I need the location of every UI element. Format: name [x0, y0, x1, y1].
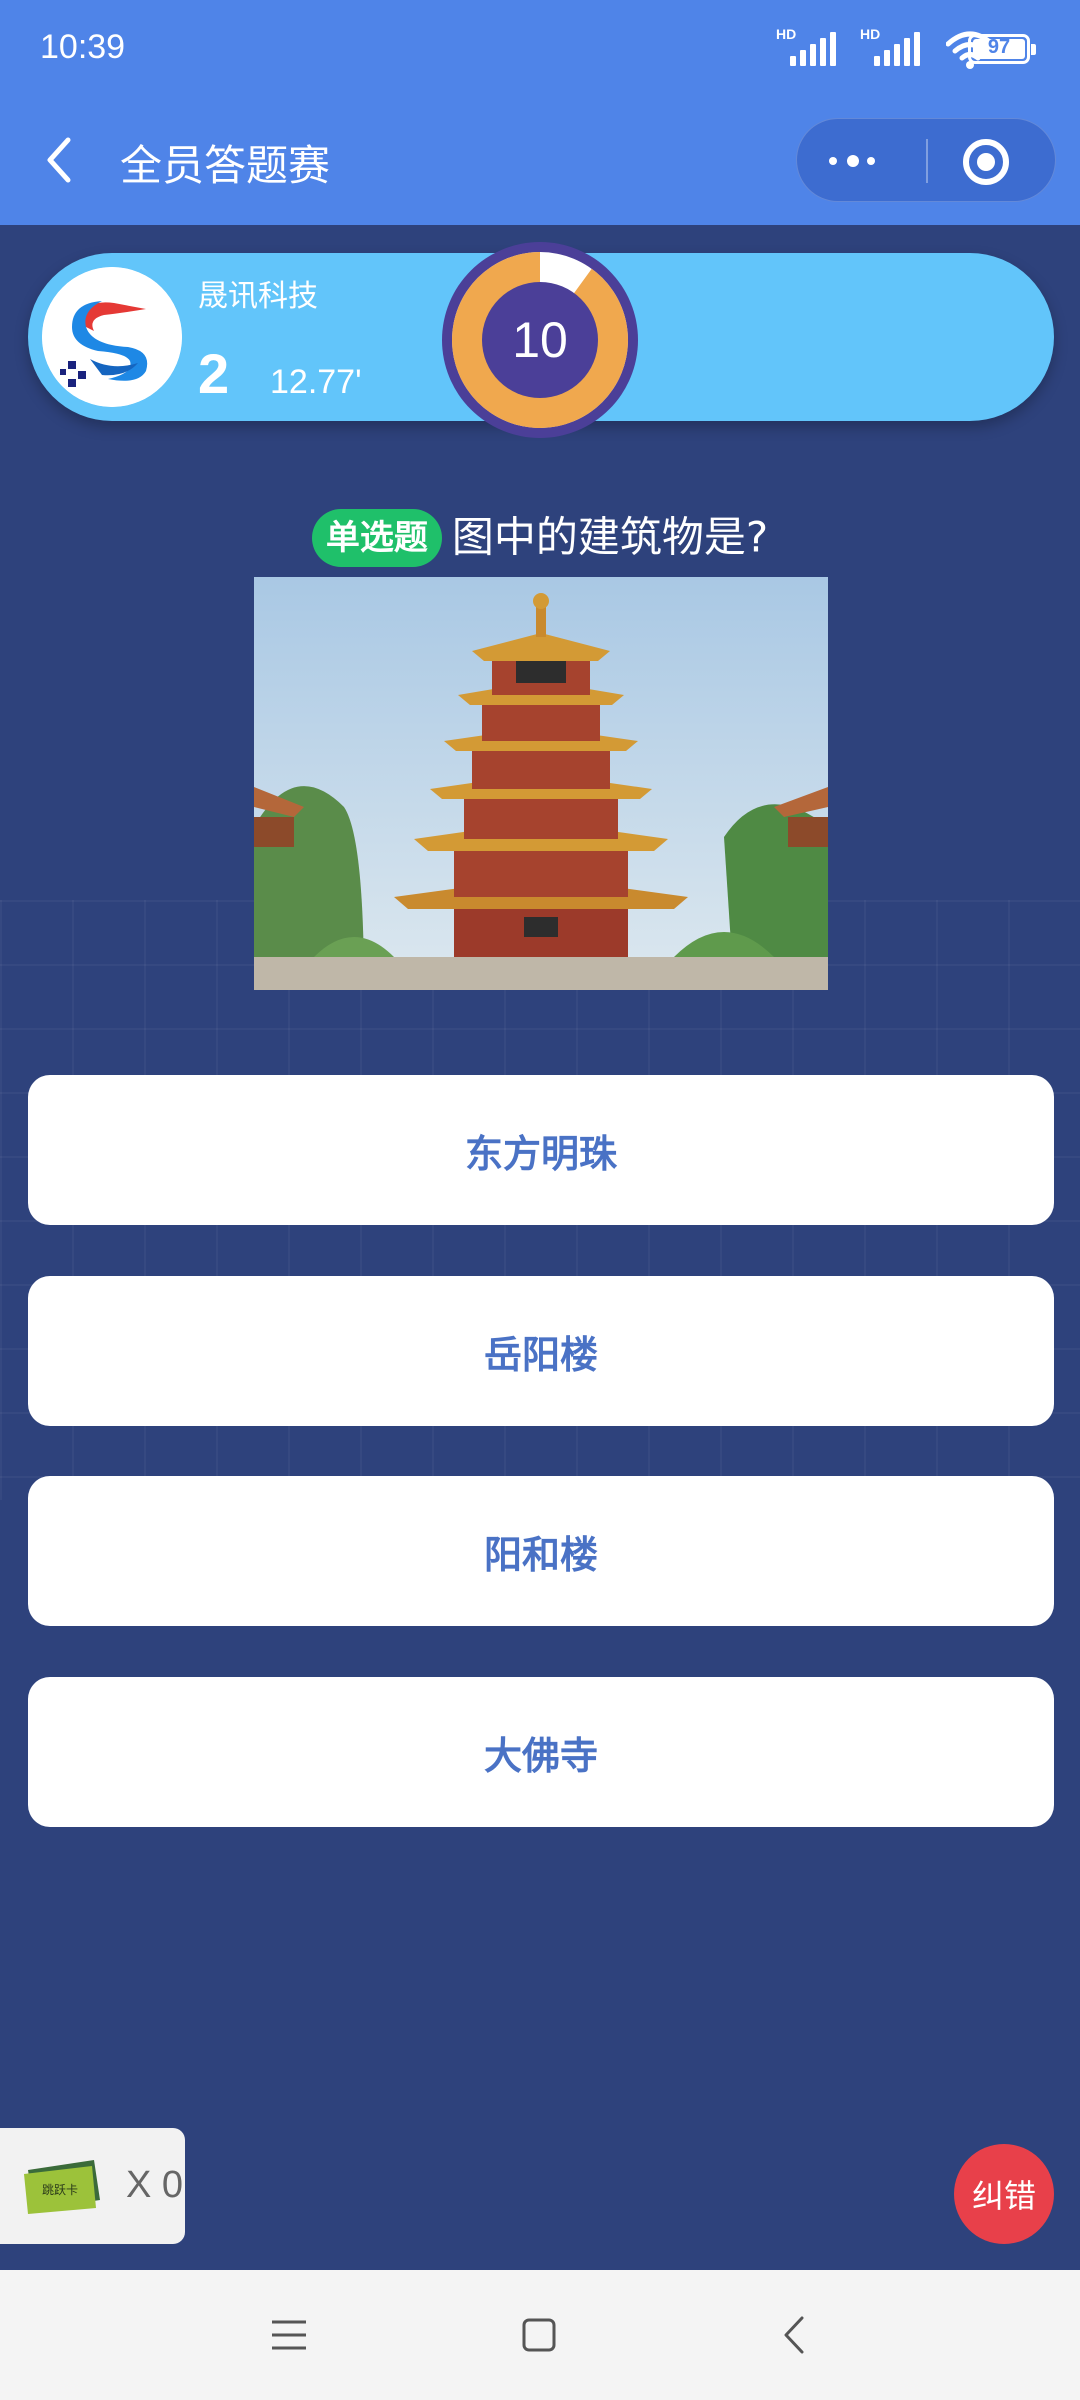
- back-icon[interactable]: [770, 2310, 820, 2360]
- countdown-timer: 10: [440, 240, 640, 440]
- skip-ticket-text: 跳跃卡: [42, 2183, 78, 2197]
- option-label: 岳阳楼: [483, 1332, 598, 1377]
- team-avatar: [42, 267, 182, 407]
- option-button[interactable]: 岳阳楼: [28, 1276, 1054, 1426]
- yellow-crane-tower-image: [254, 577, 828, 990]
- signal-icon: HD: [776, 26, 842, 66]
- question-image: [254, 577, 828, 990]
- more-dots-icon[interactable]: [827, 143, 907, 179]
- capsule-divider: [926, 139, 928, 183]
- page-title: 全员答题赛: [120, 141, 331, 190]
- header: 10:39 HD HD 97 全员答题赛: [0, 0, 1080, 225]
- signal-icon: HD: [860, 26, 926, 66]
- mini-program-capsule: [796, 118, 1056, 202]
- report-error-label: 纠错: [971, 2177, 1036, 2215]
- skip-ticket-icon: 跳跃卡: [24, 2160, 100, 2214]
- status-icons: HD HD 97: [776, 26, 1036, 70]
- status-bar: 10:39 HD HD 97: [0, 0, 1080, 96]
- menu-icon[interactable]: [264, 2310, 314, 2360]
- status-time: 10:39: [40, 28, 126, 66]
- countdown-number: 10: [512, 312, 568, 368]
- home-icon[interactable]: [514, 2310, 564, 2360]
- option-button[interactable]: 大佛寺: [28, 1677, 1054, 1827]
- skip-card-count: X 0: [126, 2164, 184, 2206]
- skip-card-button[interactable]: 跳跃卡 X 0: [0, 2128, 185, 2244]
- option-button[interactable]: 阳和楼: [28, 1476, 1054, 1626]
- close-target-icon[interactable]: [963, 139, 1009, 185]
- report-error-button[interactable]: 纠错: [954, 2144, 1054, 2244]
- battery-icon: 97: [968, 34, 1036, 64]
- question-header: 单选题 图中的建筑物是?: [0, 500, 1080, 570]
- question-type-badge: 单选题: [311, 508, 442, 567]
- rank-value: 2: [198, 342, 230, 405]
- battery-level: 97: [987, 36, 1011, 58]
- option-label: 阳和楼: [483, 1532, 598, 1577]
- back-arrow-icon[interactable]: [38, 130, 82, 190]
- team-name: 晟讯科技: [198, 279, 318, 314]
- option-label: 大佛寺: [483, 1733, 598, 1778]
- option-label: 东方明珠: [464, 1131, 617, 1176]
- elapsed-time: 12.77': [270, 363, 362, 401]
- system-nav-bar: [0, 2270, 1080, 2400]
- option-button[interactable]: 东方明珠: [28, 1075, 1054, 1225]
- question-text: 图中的建筑物是?: [451, 512, 769, 562]
- team-logo-icon: [42, 267, 182, 407]
